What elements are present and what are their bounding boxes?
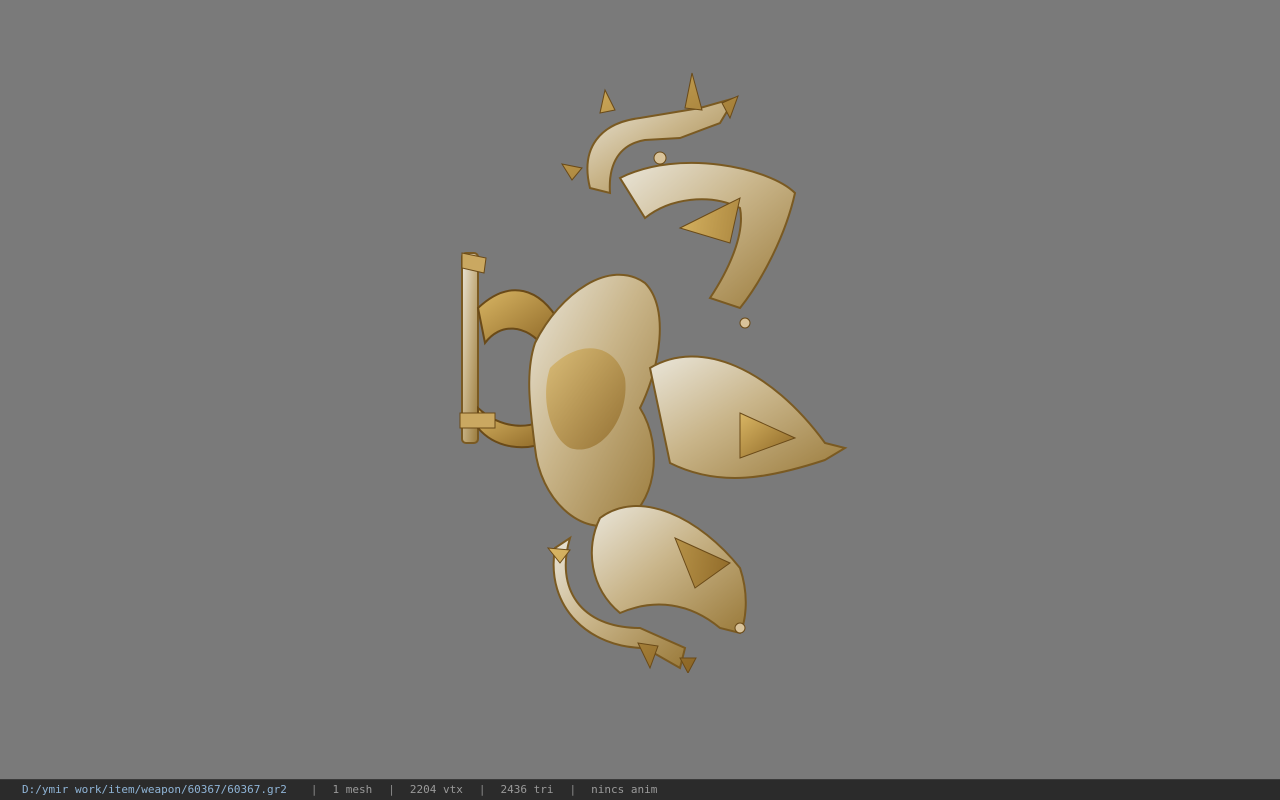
status-separator: | [478, 783, 486, 796]
mesh-count-label: 1 mesh [332, 783, 373, 796]
file-path-label: D:/ymir work/item/weapon/60367/60367.gr2 [22, 783, 287, 796]
status-separator: | [569, 783, 577, 796]
3d-viewport[interactable] [0, 0, 1280, 779]
animation-status-label: nincs anim [591, 783, 658, 796]
vertex-count-label: 2204 vtx [409, 783, 463, 796]
triangle-count-label: 2436 tri [500, 783, 554, 796]
lower-petal [590, 505, 747, 635]
weapon-model-render[interactable] [440, 68, 860, 673]
status-bar: D:/ymir work/item/weapon/60367/60367.gr2… [0, 779, 1280, 800]
status-separator: | [310, 783, 318, 796]
status-separator: | [388, 783, 395, 796]
